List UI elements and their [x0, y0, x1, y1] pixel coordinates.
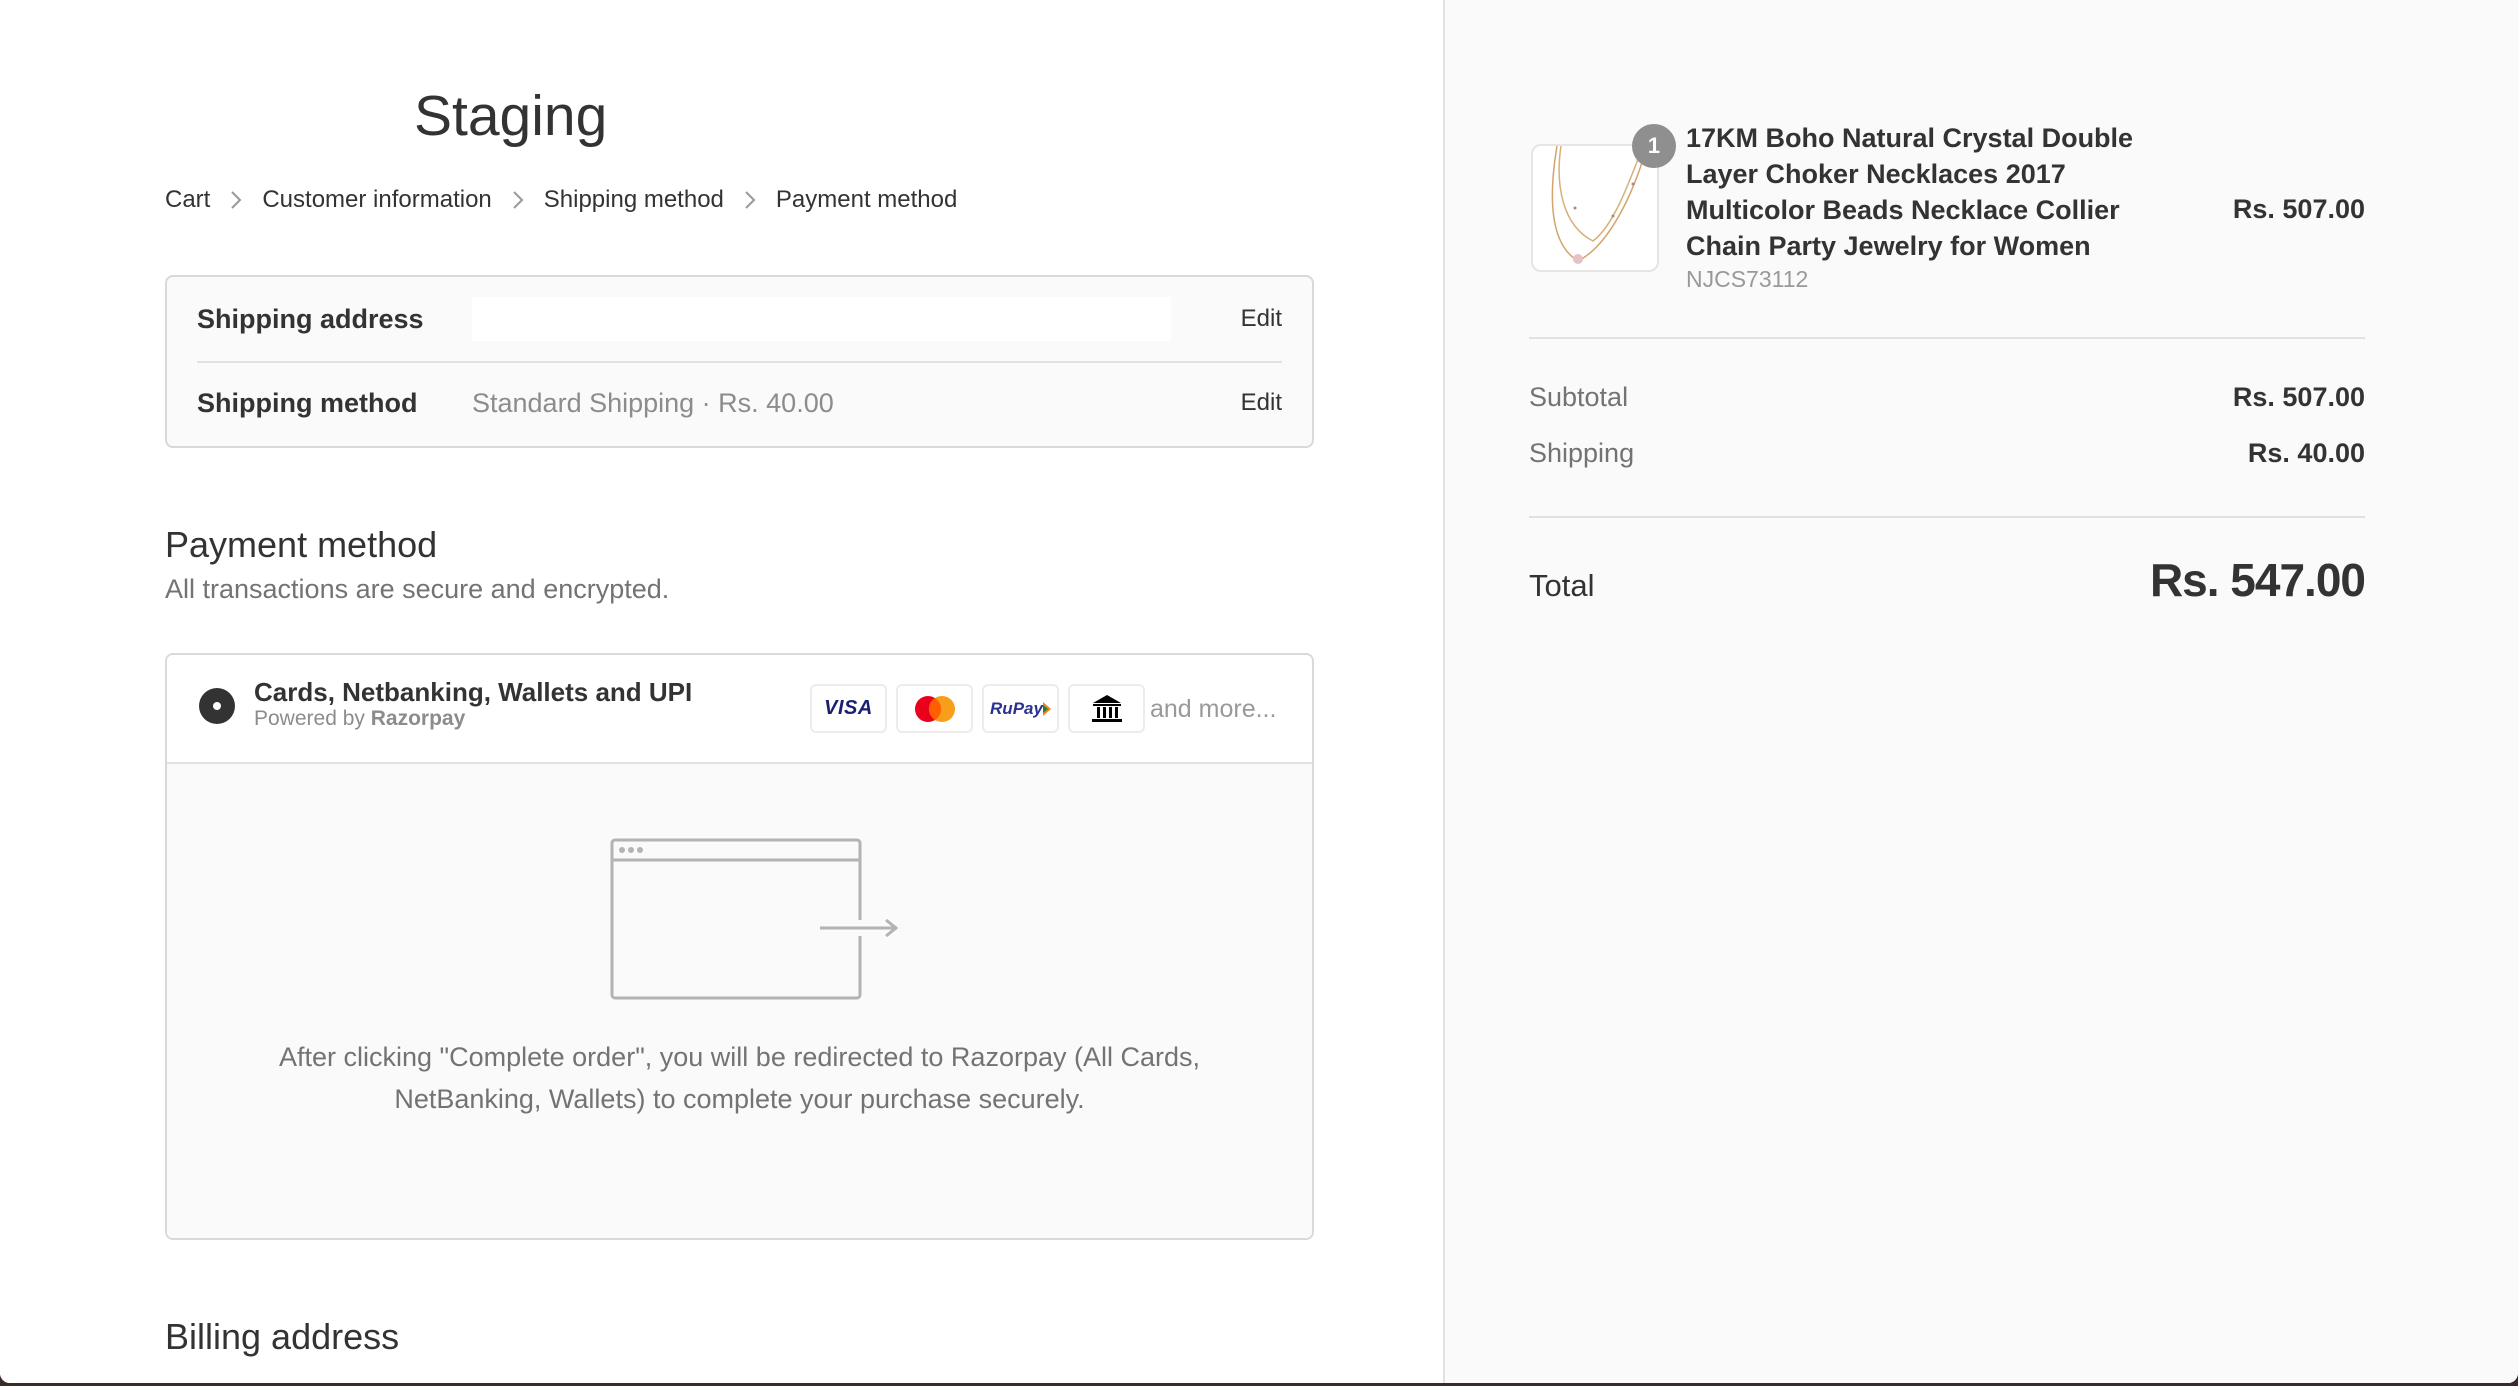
summary-divider: [1529, 516, 2365, 518]
shipping-address-value: [472, 297, 1171, 341]
subtotal-label: Subtotal: [1529, 382, 1629, 412]
review-shipping-address: Shipping address Edit: [197, 277, 1282, 363]
necklace-image: [1551, 146, 1648, 264]
visa-icon: VISA: [810, 684, 887, 733]
browser-window: Staging Cart Customer information Shippi…: [0, 0, 2518, 1383]
bank-icon: [1068, 684, 1145, 733]
review-shipping-method: Shipping method Standard Shipping · Rs. …: [197, 361, 1282, 445]
summary-divider: [1529, 337, 2365, 339]
review-label: Shipping method: [197, 387, 418, 418]
shipping-method-value: Standard Shipping · Rs. 40.00: [472, 387, 834, 418]
product-price: Rs. 507.00: [2232, 194, 2365, 224]
browser-redirect-icon: [610, 838, 899, 1000]
breadcrumb: Cart Customer information Shipping metho…: [165, 186, 957, 214]
powered-by-text: Powered by Razorpay: [254, 707, 466, 730]
review-label: Shipping address: [197, 303, 424, 334]
product-line-item: 1 17KM Boho Natural Crystal Double Layer…: [1531, 120, 2365, 300]
shipping-label: Shipping: [1529, 438, 1635, 468]
shipping-row: Shipping Rs. 40.00: [1529, 438, 2365, 469]
redirect-message: After clicking "Complete order", you wil…: [278, 1042, 1201, 1114]
checkout-main: Staging Cart Customer information Shippi…: [0, 0, 1443, 1383]
billing-address-heading: Billing address: [165, 1316, 400, 1357]
payment-options: Cards, Netbanking, Wallets and UPI Power…: [165, 653, 1314, 1240]
total-label: Total: [1529, 568, 1595, 603]
product-sku: NJCS73112: [1686, 266, 1809, 292]
product-name: 17KM Boho Natural Crystal Double Layer C…: [1686, 123, 2134, 261]
shipping-value: Rs. 40.00: [2247, 438, 2365, 468]
payment-option-razorpay[interactable]: Cards, Netbanking, Wallets and UPI Power…: [167, 655, 1312, 764]
total-value: Rs. 547.00: [2149, 554, 2366, 606]
total-row: Total Rs. 547.00: [1529, 553, 2366, 607]
store-title[interactable]: Staging: [414, 88, 607, 145]
mastercard-icon: [896, 684, 973, 733]
payment-method-heading: Payment method: [165, 524, 438, 565]
payment-method-subtitle: All transactions are secure and encrypte…: [165, 574, 670, 604]
breadcrumb-cart[interactable]: Cart: [165, 186, 210, 214]
breadcrumb-shipping-method[interactable]: Shipping method: [544, 186, 724, 214]
breadcrumb-customer-information[interactable]: Customer information: [262, 186, 491, 214]
review-block: Shipping address Edit Shipping method St…: [165, 275, 1314, 448]
payment-option-label[interactable]: Cards, Netbanking, Wallets and UPI: [254, 677, 692, 708]
subtotal-row: Subtotal Rs. 507.00: [1529, 382, 2365, 413]
payment-icons: VISA RuPay: [810, 684, 1145, 733]
more-payment-methods-text: and more...: [1150, 695, 1277, 723]
chevron-right-icon: [744, 190, 756, 210]
subtotal-value: Rs. 507.00: [2232, 382, 2365, 412]
edit-shipping-method-link[interactable]: Edit: [1241, 389, 1282, 417]
payment-radio-selected[interactable]: [199, 688, 235, 724]
edit-shipping-address-link[interactable]: Edit: [1241, 305, 1282, 333]
chevron-right-icon: [512, 190, 524, 210]
breadcrumb-payment-method: Payment method: [775, 186, 958, 213]
redirect-info: After clicking "Complete order", you wil…: [167, 764, 1312, 1238]
chevron-right-icon: [230, 190, 242, 210]
quantity-badge: 1: [1632, 124, 1676, 168]
rupay-icon: RuPay: [982, 684, 1059, 733]
